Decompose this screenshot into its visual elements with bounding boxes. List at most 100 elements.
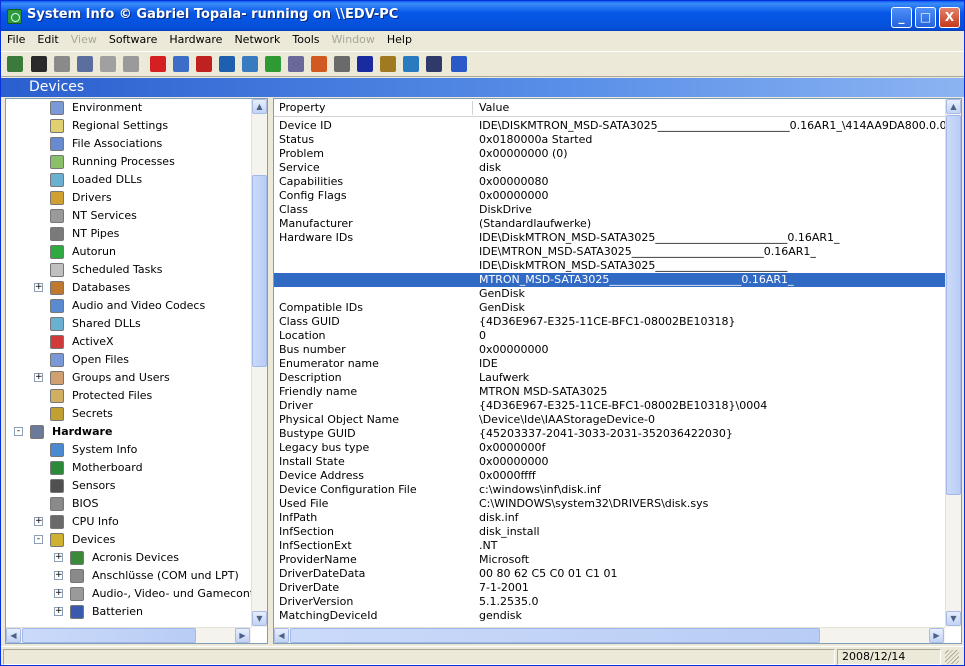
tree-item-motherboard[interactable]: Motherboard	[6, 459, 251, 477]
menu-item-network[interactable]: Network	[228, 31, 286, 49]
table-row[interactable]: Physical Object Name \Device\Ide\IAAStora…	[274, 413, 945, 427]
scroll-right-icon[interactable]: ▶	[929, 628, 944, 643]
copy-icon[interactable]	[77, 56, 93, 72]
table-row[interactable]: IDE\MTRON_MSD-SATA3025__________________…	[274, 245, 945, 259]
grid-hscroll-thumb[interactable]	[290, 628, 820, 643]
tree-item-open-files[interactable]: Open Files	[6, 351, 251, 369]
scroll-left-icon[interactable]: ◀	[274, 628, 289, 643]
tree-item-activex[interactable]: ActiveX	[6, 333, 251, 351]
tree-item-scheduled-tasks[interactable]: Scheduled Tasks	[6, 261, 251, 279]
tree-scroll-thumb[interactable]	[252, 175, 267, 367]
table-row[interactable]: Problem 0x00000000 (0)	[274, 147, 945, 161]
table-row[interactable]: Status 0x0180000a Started	[274, 133, 945, 147]
table-row[interactable]: Description Laufwerk	[274, 371, 945, 385]
expand-icon[interactable]: +	[54, 553, 63, 562]
grid-icon[interactable]	[380, 56, 396, 72]
tree-horizontal-scrollbar[interactable]: ◀ ▶	[6, 627, 251, 643]
cut-icon[interactable]	[54, 56, 70, 72]
tree-item-running-processes[interactable]: Running Processes	[6, 153, 251, 171]
expand-icon[interactable]: +	[54, 589, 63, 598]
menu-item-software[interactable]: Software	[103, 31, 164, 49]
table-row[interactable]: Hardware IDs IDE\DiskMTRON_MSD-SATA3025__…	[274, 231, 945, 245]
table-row[interactable]: Location 0	[274, 329, 945, 343]
network-icon[interactable]	[403, 56, 419, 72]
title-bar[interactable]: System Info © Gabriel Topala- running on…	[1, 1, 964, 31]
table-row[interactable]: DriverDate 7-1-2001	[274, 581, 945, 595]
table-row[interactable]: Install State 0x00000000	[274, 455, 945, 469]
tree-item-databases[interactable]: + Databases	[6, 279, 251, 297]
scroll-up-icon[interactable]: ▲	[946, 99, 961, 114]
power-icon[interactable]	[311, 56, 327, 72]
table-row[interactable]: Compatible IDs GenDisk	[274, 301, 945, 315]
tree-item-secrets[interactable]: Secrets	[6, 405, 251, 423]
table-row[interactable]: Class DiskDrive	[274, 203, 945, 217]
tree-item-protected-files[interactable]: Protected Files	[6, 387, 251, 405]
resize-grip-icon[interactable]	[945, 650, 959, 664]
tree-item-drivers[interactable]: Drivers	[6, 189, 251, 207]
table-row[interactable]: ProviderName Microsoft	[274, 553, 945, 567]
table-row[interactable]: IDE\DiskMTRON_MSD-SATA3025______________…	[274, 259, 945, 273]
refresh-icon[interactable]	[265, 56, 281, 72]
app-icon[interactable]	[7, 9, 22, 24]
tree-item-environment[interactable]: Environment	[6, 99, 251, 117]
column-header-property[interactable]: Property	[279, 101, 326, 114]
table-row[interactable]: DriverVersion 5.1.2535.0	[274, 595, 945, 609]
table-row-selected[interactable]: MTRON_MSD-SATA3025______________________…	[274, 273, 945, 287]
table-row[interactable]: Driver {4D36E967-E325-11CE-BFC1-08002BE10…	[274, 399, 945, 413]
tree-item-anschl-sse-com-und-lpt[interactable]: + Anschlüsse (COM und LPT)	[6, 567, 251, 585]
table-row[interactable]: Bus number 0x00000000	[274, 343, 945, 357]
menu-item-help[interactable]: Help	[381, 31, 418, 49]
tree-item-acronis-devices[interactable]: + Acronis Devices	[6, 549, 251, 567]
scroll-left-icon[interactable]: ◀	[6, 628, 21, 643]
grid-horizontal-scrollbar[interactable]: ◀ ▶	[274, 627, 945, 643]
stop-icon[interactable]	[150, 56, 166, 72]
table-row[interactable]: InfPath disk.inf	[274, 511, 945, 525]
globe-icon[interactable]	[242, 56, 258, 72]
menu-item-hardware[interactable]: Hardware	[163, 31, 228, 49]
find-icon[interactable]	[173, 56, 189, 72]
chart-icon[interactable]	[219, 56, 235, 72]
table-row[interactable]: Manufacturer (Standardlaufwerke)	[274, 217, 945, 231]
tree-item-cpu-info[interactable]: + CPU Info	[6, 513, 251, 531]
exit-icon[interactable]	[7, 56, 23, 72]
collapse-icon[interactable]: -	[34, 535, 43, 544]
tree-hscroll-thumb[interactable]	[22, 628, 196, 643]
print-icon[interactable]	[123, 56, 139, 72]
scroll-right-icon[interactable]: ▶	[235, 628, 250, 643]
table-row[interactable]: InfSection disk_install	[274, 525, 945, 539]
table-row[interactable]: Service disk	[274, 161, 945, 175]
tree-item-groups-and-users[interactable]: + Groups and Users	[6, 369, 251, 387]
menu-item-view[interactable]: View	[65, 31, 103, 49]
table-row[interactable]: Device Configuration File c:\windows\inf\…	[274, 483, 945, 497]
minimize-button[interactable]: _	[891, 7, 912, 28]
camera-icon[interactable]	[426, 56, 442, 72]
menu-item-edit[interactable]: Edit	[31, 31, 64, 49]
shield-icon[interactable]	[357, 56, 373, 72]
table-row[interactable]: Used File C:\WINDOWS\system32\DRIVERS\dis…	[274, 497, 945, 511]
tree-item-batterien[interactable]: + Batterien	[6, 603, 251, 621]
menu-item-tools[interactable]: Tools	[286, 31, 325, 49]
table-row[interactable]: Device ID IDE\DISKMTRON_MSD-SATA3025_____…	[274, 119, 947, 133]
tree-item-audio-video-und-gamecontrolle[interactable]: + Audio-, Video- und Gamecontrolle	[6, 585, 267, 603]
grid-scroll-thumb[interactable]	[946, 115, 961, 495]
expand-icon[interactable]: +	[34, 373, 43, 382]
paste-icon[interactable]	[100, 56, 116, 72]
scroll-up-icon[interactable]: ▲	[252, 99, 267, 114]
column-header-value[interactable]: Value	[479, 101, 509, 114]
tree-item-file-associations[interactable]: File Associations	[6, 135, 251, 153]
table-row[interactable]: GenDisk	[274, 287, 945, 301]
scroll-down-icon[interactable]: ▼	[946, 611, 961, 626]
table-row[interactable]: Class GUID {4D36E967-E325-11CE-BFC1-08002…	[274, 315, 945, 329]
menu-item-file[interactable]: File	[1, 31, 31, 49]
tree-item-autorun[interactable]: Autorun	[6, 243, 251, 261]
tree-item-sensors[interactable]: Sensors	[6, 477, 251, 495]
table-row[interactable]: Enumerator name IDE	[274, 357, 945, 371]
table-row[interactable]: Capabilities 0x00000080	[274, 175, 945, 189]
tree-vertical-scrollbar[interactable]: ▲ ▼	[251, 99, 267, 627]
tree-item-loaded-dlls[interactable]: Loaded DLLs	[6, 171, 251, 189]
expand-icon[interactable]: +	[34, 283, 43, 292]
grid-vertical-scrollbar[interactable]: ▲ ▼	[945, 99, 961, 627]
tree-item-nt-services[interactable]: NT Services	[6, 207, 251, 225]
table-row[interactable]: Friendly name MTRON MSD-SATA3025	[274, 385, 945, 399]
maximize-button[interactable]: □	[915, 7, 936, 28]
